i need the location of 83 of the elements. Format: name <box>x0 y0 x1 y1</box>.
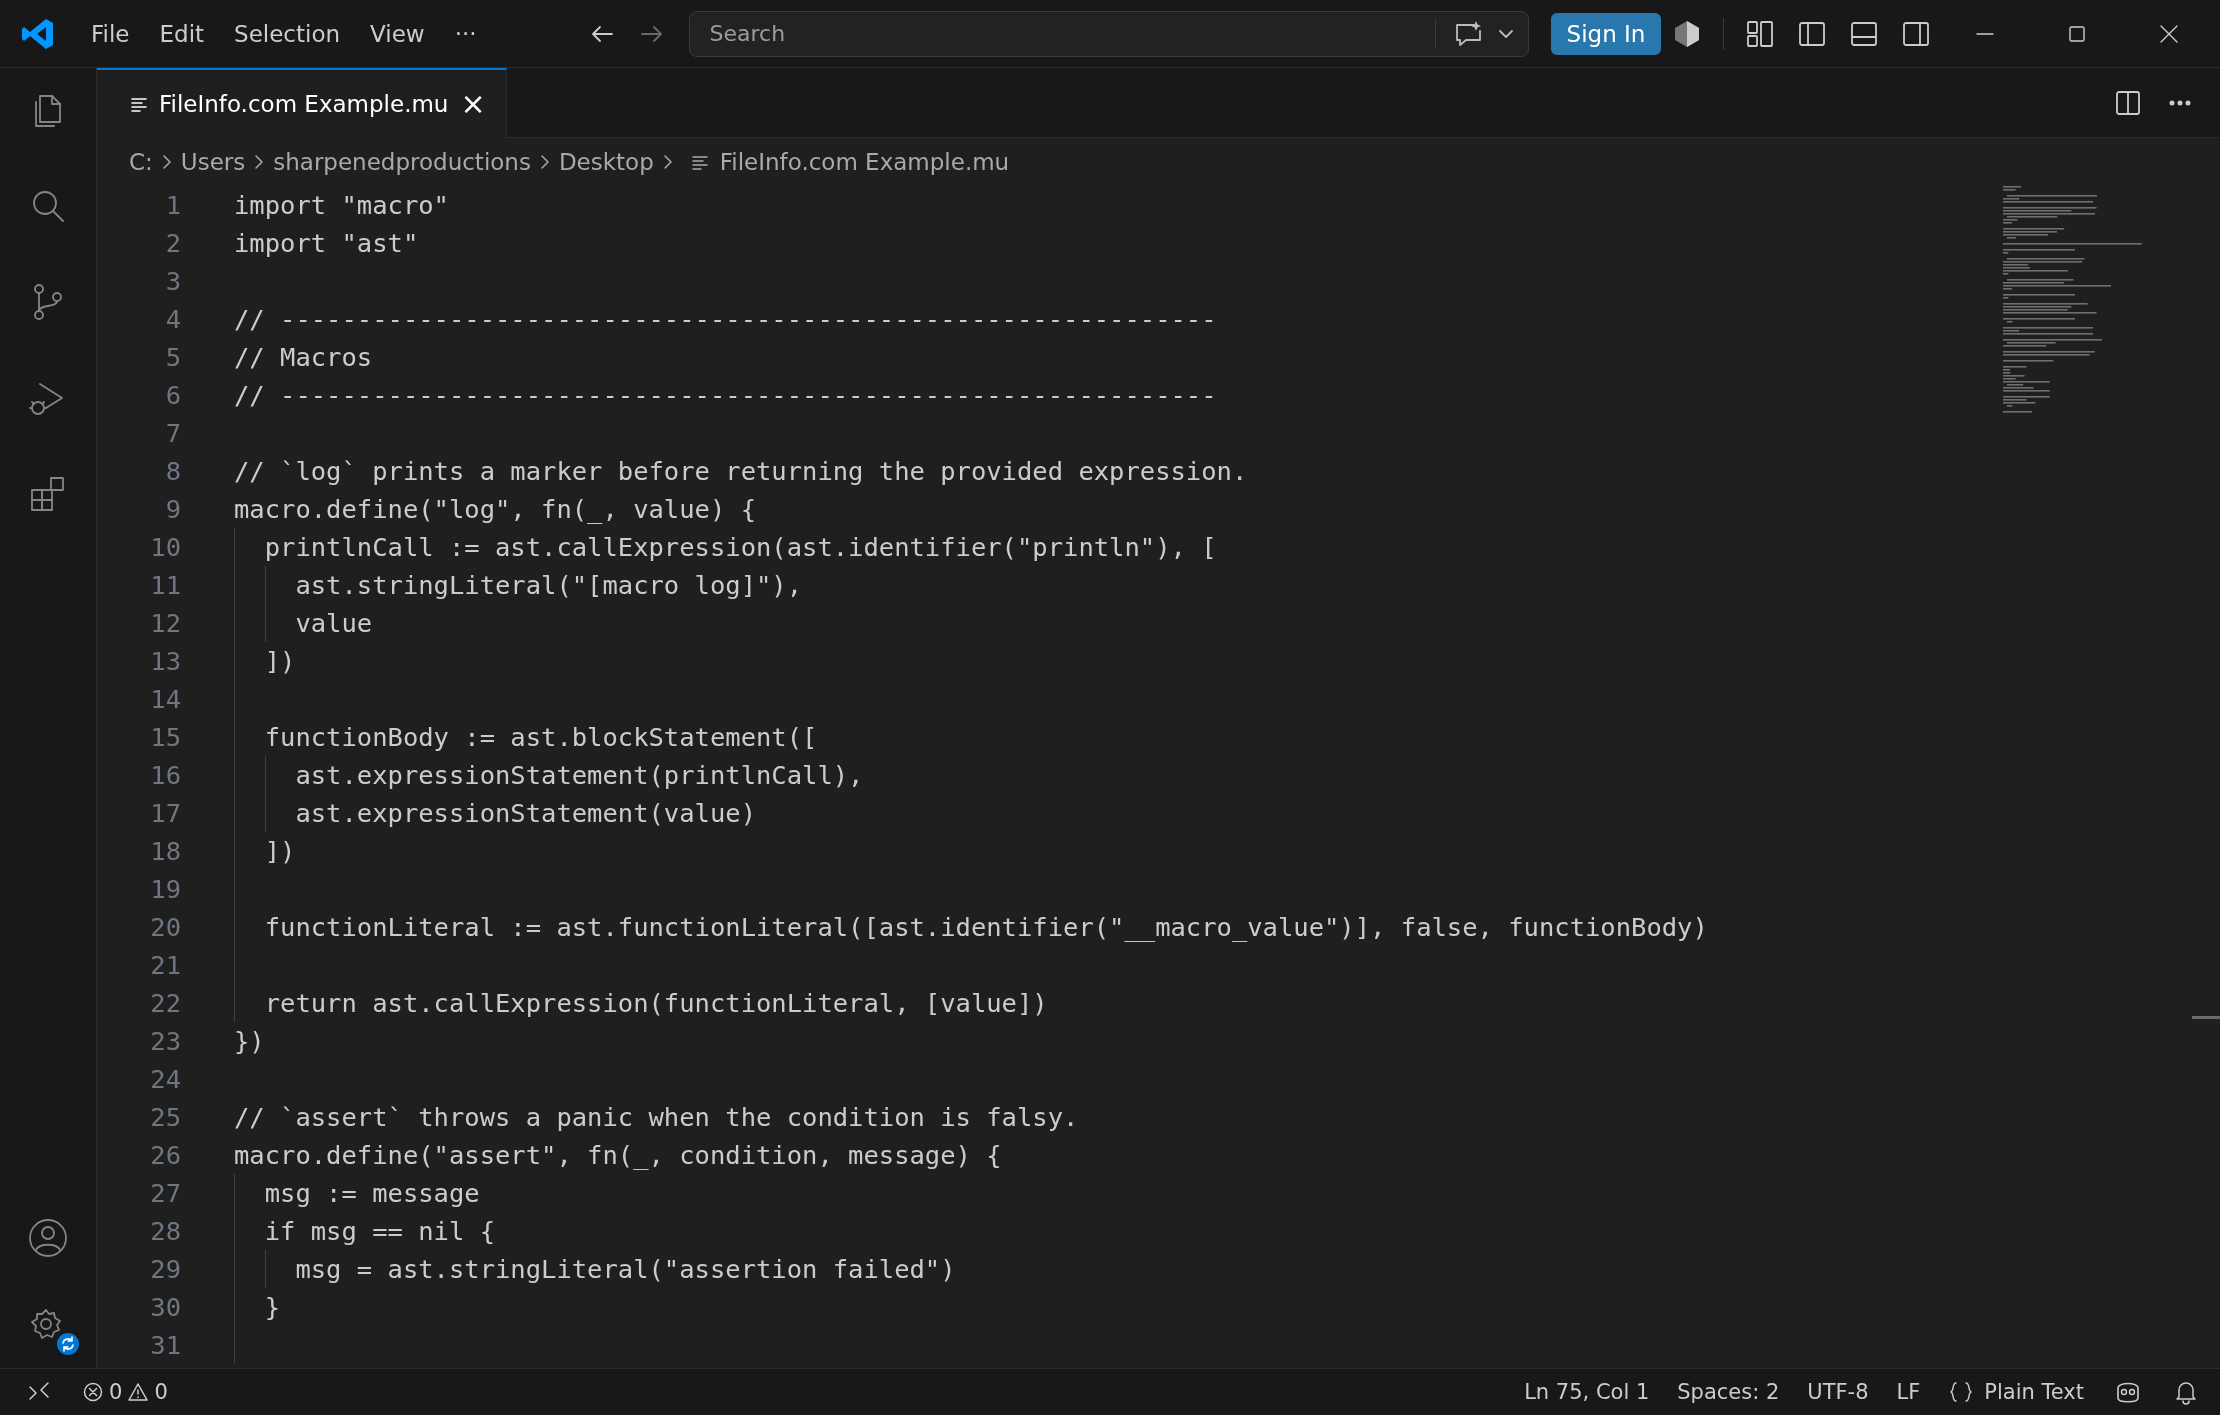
search-bar[interactable]: Search <box>688 10 1529 57</box>
line-number: 25 <box>149 1102 181 1132</box>
line-number: 20 <box>149 912 181 942</box>
breadcrumb-item[interactable]: Users <box>180 149 246 175</box>
code-line: // Macros <box>234 342 373 372</box>
line-number: 15 <box>149 722 181 752</box>
editor-tab[interactable]: FileInfo.com Example.mu × <box>97 68 507 138</box>
line-number: 28 <box>149 1216 181 1246</box>
code-line: macro.define("log", fn(_, value) { <box>234 494 756 524</box>
breadcrumb-item[interactable]: sharpenedproductions <box>273 149 531 175</box>
language-mode[interactable]: Plain Text <box>1948 1380 2084 1404</box>
code-line: functionLiteral := ast.functionLiteral([ast.identifier("__macro_value")], false, functionBody) <box>263 912 1708 942</box>
line-number: 8 <box>164 456 181 486</box>
breadcrumb-item[interactable]: Desktop <box>558 149 654 175</box>
line-number: 7 <box>164 418 181 448</box>
line-number: 26 <box>149 1140 181 1170</box>
breadcrumb-item[interactable]: C: <box>129 149 153 175</box>
line-number: 31 <box>149 1330 181 1360</box>
code-line: // `assert` throws a panic when the condition is falsy. <box>234 1102 1079 1132</box>
line-number: 18 <box>149 836 181 866</box>
line-number: 14 <box>149 684 181 714</box>
sync-badge-icon <box>56 1332 80 1356</box>
code-line: import "macro" <box>234 190 449 220</box>
line-number: 6 <box>164 380 181 410</box>
encoding[interactable]: UTF-8 <box>1807 1380 1869 1404</box>
warning-count: 0 <box>154 1380 168 1404</box>
menu-item[interactable]: File <box>76 14 145 53</box>
line-number: 24 <box>149 1064 181 1094</box>
line-number: 30 <box>149 1292 181 1322</box>
line-number: 22 <box>149 988 181 1018</box>
code-line: // ------------------------------------------------------------- <box>234 304 1217 334</box>
warning-icon <box>127 1381 150 1403</box>
line-number: 2 <box>164 228 181 258</box>
line-number: 27 <box>149 1178 181 1208</box>
menu-item[interactable]: Selection <box>219 14 356 53</box>
line-number: 4 <box>164 304 181 334</box>
menu-item[interactable]: View <box>355 14 440 53</box>
tab-label: FileInfo.com Example.mu <box>159 91 449 117</box>
code-line: // `log` prints a marker before returning the provided expression. <box>234 456 1248 486</box>
indentation[interactable]: Spaces: 2 <box>1677 1380 1780 1404</box>
code-line: macro.define("assert", fn(_, condition, message) { <box>234 1140 1002 1170</box>
code-line: msg = ast.stringLiteral("assertion failed") <box>294 1254 956 1284</box>
line-number: 1 <box>164 190 181 220</box>
line-number: 3 <box>164 266 181 296</box>
line-number: 5 <box>164 342 181 372</box>
code-line: import "ast" <box>234 228 419 258</box>
line-number: 13 <box>149 646 181 676</box>
code-line: msg := message <box>263 1178 480 1208</box>
line-number: 19 <box>149 874 181 904</box>
error-count: 0 <box>109 1380 123 1404</box>
code-line: printlnCall := ast.callExpression(ast.identifier("println"), [ <box>263 532 1217 562</box>
code-line: value <box>294 608 373 638</box>
breadcrumb-item[interactable]: FileInfo.com Example.mu <box>719 149 1010 175</box>
code-line: ast.expressionStatement(printlnCall), <box>294 760 864 790</box>
code-line: ast.expressionStatement(value) <box>294 798 756 828</box>
problems-button[interactable]: 0 0 <box>82 1380 168 1404</box>
line-number: 16 <box>149 760 181 790</box>
error-icon <box>82 1381 104 1403</box>
menu-item[interactable]: ··· <box>439 14 492 53</box>
code-line: return ast.callExpression(functionLiteral, [value]) <box>263 988 1048 1018</box>
line-number: 10 <box>149 532 181 562</box>
line-number: 12 <box>149 608 181 638</box>
code-line: ]) <box>263 836 296 866</box>
code-line: functionBody := ast.blockStatement([ <box>263 722 818 752</box>
line-number: 9 <box>164 494 181 524</box>
code-line: // ------------------------------------------------------------- <box>234 380 1217 410</box>
code-line: }) <box>234 1026 265 1056</box>
line-ending[interactable]: LF <box>1896 1380 1921 1404</box>
cursor-position[interactable]: Ln 75, Col 1 <box>1524 1380 1650 1404</box>
close-tab-button[interactable]: × <box>458 89 488 119</box>
line-number: 21 <box>149 950 181 980</box>
line-number: 17 <box>149 798 181 828</box>
line-number: 11 <box>149 570 181 600</box>
sign-in-button[interactable]: Sign In <box>1550 12 1662 55</box>
language-label: Plain Text <box>1984 1380 2084 1404</box>
code-line: ]) <box>263 646 296 676</box>
code-line: } <box>263 1292 281 1322</box>
line-number: 23 <box>149 1026 181 1056</box>
code-line: if msg == nil { <box>263 1216 495 1246</box>
menu-item[interactable]: Edit <box>144 14 220 53</box>
code-line: ast.stringLiteral("[macro log]"), <box>294 570 803 600</box>
line-number: 29 <box>149 1254 181 1284</box>
search-field[interactable]: Search <box>707 20 1435 47</box>
